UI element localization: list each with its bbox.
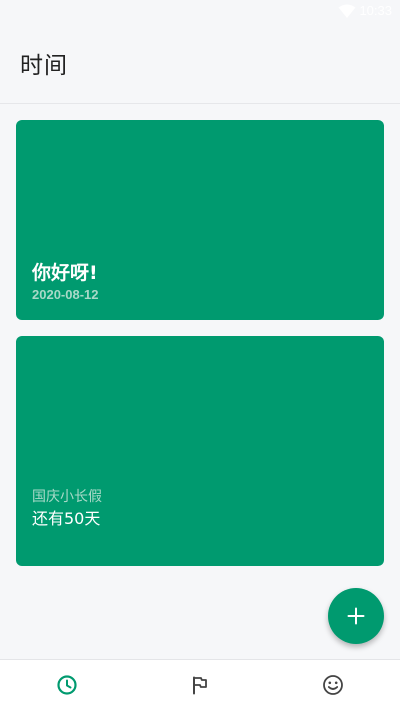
add-event-button[interactable] <box>328 588 384 644</box>
bottom-nav <box>0 659 400 710</box>
smiley-icon <box>323 675 344 695</box>
card-countdown: 还有50天 <box>32 509 101 528</box>
wifi-icon <box>338 4 356 18</box>
event-card-hello[interactable]: 你好呀! 2020-08-12 <box>16 120 384 320</box>
clock-icon <box>57 675 77 695</box>
nav-item-flag[interactable] <box>133 660 266 710</box>
status-time: 10:33 <box>359 3 392 18</box>
nav-item-mood[interactable] <box>267 660 400 710</box>
page-title: 时间 <box>20 53 68 79</box>
nav-item-time[interactable] <box>0 660 133 710</box>
card-title: 你好呀! <box>32 262 98 284</box>
status-bar: 10:33 <box>0 0 400 24</box>
flag-icon <box>192 676 207 695</box>
plus-icon <box>347 607 365 625</box>
card-subtitle: 国庆小长假 <box>32 489 102 505</box>
card-date: 2020-08-12 <box>32 287 99 302</box>
event-card-national-day[interactable]: 国庆小长假 还有50天 <box>16 336 384 566</box>
